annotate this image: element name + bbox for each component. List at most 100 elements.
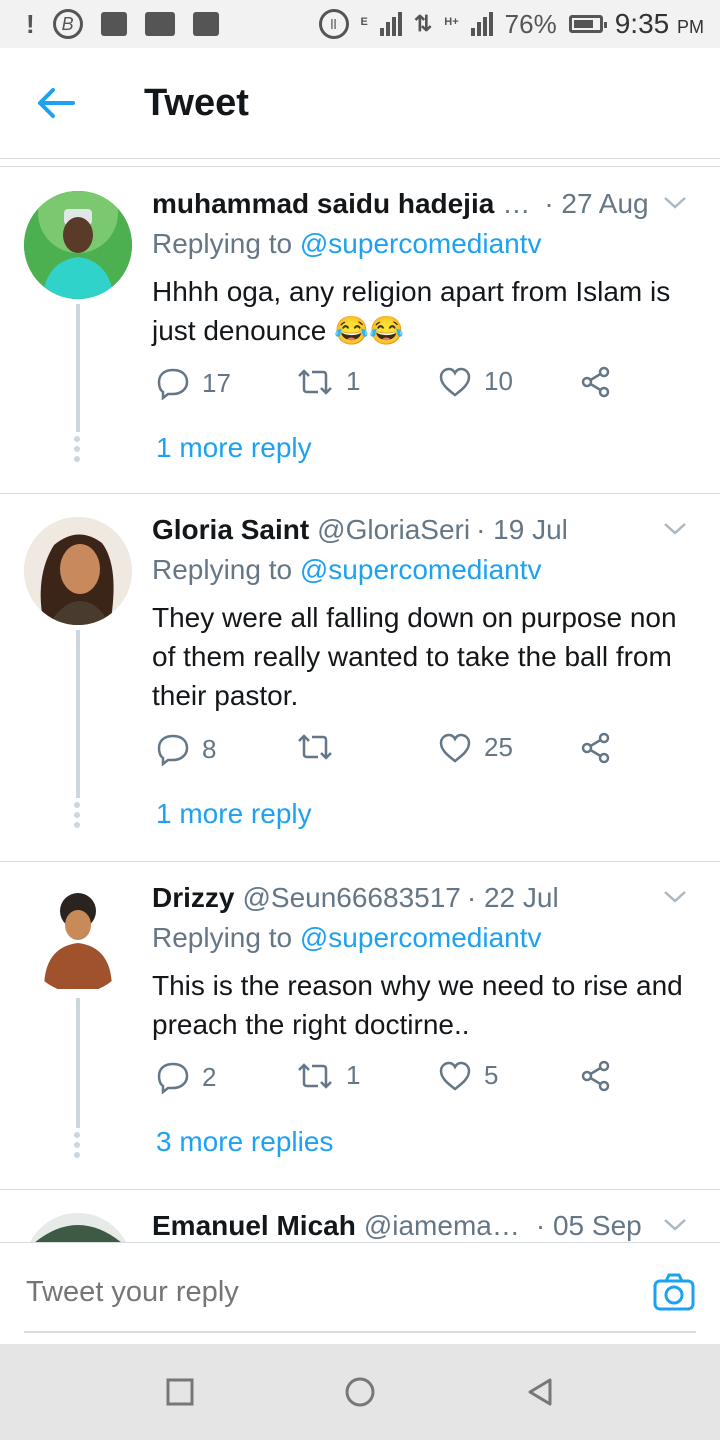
heart-icon	[439, 1061, 471, 1091]
share-button[interactable]	[580, 1060, 612, 1092]
chevron-down-icon[interactable]	[660, 1210, 690, 1240]
tweet-header: Gloria Saint @GloriaSeri · 19 Jul	[152, 514, 696, 546]
system-nav-bar	[0, 1344, 720, 1440]
clock: 9:35 PM	[614, 8, 704, 39]
status-bar: ! B ll E ⇅ H+ 76% 9:35 PM	[0, 0, 720, 48]
recent-apps-icon[interactable]	[164, 1376, 196, 1408]
author-handle[interactable]: @Seun66683517	[242, 882, 460, 914]
page-title: Tweet	[144, 81, 249, 124]
reply-count: 8	[202, 733, 217, 764]
like-button[interactable]: 10	[438, 366, 513, 397]
back-nav-icon[interactable]	[524, 1376, 556, 1408]
chevron-down-icon[interactable]	[660, 882, 690, 912]
share-icon	[581, 1060, 610, 1092]
reply-count: 17	[202, 367, 231, 398]
retweet-button[interactable]	[296, 732, 346, 762]
tweet-header: Emanuel Micah @iamema… · 05 Sep	[152, 1210, 696, 1242]
avatar[interactable]	[24, 191, 132, 299]
retweet-button[interactable]: 1	[296, 1060, 360, 1091]
chevron-down-icon[interactable]	[660, 514, 690, 544]
network-type-label: E	[360, 16, 368, 28]
more-replies-link[interactable]: 1 more reply	[156, 432, 312, 464]
avatar[interactable]	[24, 885, 132, 993]
battery-icon	[568, 15, 607, 33]
b-icon: B	[52, 9, 83, 39]
avatar-image	[24, 885, 132, 993]
tweet-actions: 8 25	[156, 732, 626, 772]
mention-link[interactable]: @supercomediantv	[300, 554, 542, 585]
reply-feed: muhammad saidu hadejia … · 27 Aug Replyi…	[0, 168, 720, 1242]
heart-icon	[439, 367, 471, 397]
home-icon[interactable]	[344, 1376, 376, 1408]
data-saver-icon: ll	[318, 9, 349, 39]
reply-button[interactable]: 17	[156, 366, 231, 400]
avatar[interactable]	[24, 517, 132, 625]
share-button[interactable]	[580, 366, 612, 398]
arrow-left-icon	[38, 88, 75, 118]
retweet-count: 1	[346, 1060, 361, 1090]
more-replies-link[interactable]: 1 more reply	[156, 798, 312, 830]
tweet-text: They were all falling down on purpose no…	[152, 602, 677, 711]
tweet-date: · 19 Jul	[476, 514, 568, 545]
avatar-image	[24, 1213, 132, 1242]
avatar[interactable]	[24, 1213, 132, 1242]
reply-composer	[0, 1242, 720, 1345]
tweet-date: · 27 Aug	[544, 188, 649, 219]
author-handle[interactable]: @iamema…	[364, 1210, 520, 1242]
tweet-header: Drizzy @Seun66683517 · 22 Jul	[152, 882, 696, 914]
retweet-icon	[298, 734, 332, 760]
like-button[interactable]: 5	[438, 1060, 498, 1091]
mention-link[interactable]: @supercomediantv	[300, 228, 542, 259]
camera-icon[interactable]	[652, 1271, 696, 1315]
reply-icon	[157, 734, 189, 766]
tweet-date: · 22 Jul	[466, 882, 559, 913]
reply-button[interactable]: 2	[156, 1060, 216, 1094]
share-icon	[581, 732, 610, 764]
retweet-icon	[298, 368, 332, 395]
author-handle[interactable]: @GloriaSeri	[317, 514, 470, 546]
back-button[interactable]	[26, 73, 86, 133]
image-icon	[100, 12, 127, 36]
thread-dots	[74, 436, 82, 462]
reply-button[interactable]: 8	[156, 732, 216, 766]
reply-count: 2	[202, 1061, 217, 1092]
retweet-icon	[298, 1062, 332, 1089]
reply-tweet[interactable]: Emanuel Micah @iamema… · 05 Sep	[0, 1190, 720, 1242]
tweet-actions: 2 1 5	[156, 1060, 626, 1100]
share-button[interactable]	[580, 732, 612, 764]
avatar-image	[24, 191, 132, 299]
mention-link[interactable]: @supercomediantv	[300, 922, 542, 953]
reply-icon	[157, 368, 189, 400]
reply-input[interactable]	[24, 1275, 588, 1310]
more-replies-link[interactable]: 3 more replies	[156, 1126, 333, 1158]
reply-icon	[157, 1062, 189, 1094]
like-button[interactable]: 25	[438, 732, 513, 763]
replying-to: Replying to @supercomediantv	[152, 228, 542, 259]
name-ellipsis: …	[502, 188, 531, 219]
reply-tweet[interactable]: muhammad saidu hadejia … · 27 Aug Replyi…	[0, 168, 720, 494]
thread-line	[76, 304, 80, 432]
retweet-count: 1	[346, 366, 361, 396]
author-name[interactable]: Drizzy	[152, 882, 234, 914]
app-header: Tweet	[0, 48, 720, 159]
chevron-down-icon[interactable]	[660, 188, 690, 218]
data-arrows-icon: ⇅	[413, 11, 433, 36]
author-name[interactable]: Gloria Saint	[152, 514, 309, 546]
alert-icon: !	[26, 8, 35, 39]
thread-line	[76, 630, 80, 798]
replying-to: Replying to @supercomediantv	[152, 922, 542, 953]
signal-icon	[379, 12, 402, 36]
heart-icon	[439, 733, 471, 763]
author-name[interactable]: muhammad saidu hadejia	[152, 188, 494, 220]
reply-tweet[interactable]: Gloria Saint @GloriaSeri · 19 Jul Replyi…	[0, 494, 720, 862]
reply-tweet[interactable]: Drizzy @Seun66683517 · 22 Jul Replying t…	[0, 862, 720, 1190]
battery-percent: 76%	[504, 8, 557, 39]
author-name[interactable]: Emanuel Micah	[152, 1210, 356, 1242]
tweet-text: This is the reason why we need to rise a…	[152, 970, 683, 1040]
like-count: 10	[484, 366, 513, 396]
tweet-date: · 05 Sep	[535, 1210, 642, 1241]
retweet-button[interactable]: 1	[296, 366, 360, 397]
replying-to: Replying to @supercomediantv	[152, 554, 542, 585]
facebook-icon	[192, 12, 219, 36]
like-count: 25	[484, 732, 513, 762]
